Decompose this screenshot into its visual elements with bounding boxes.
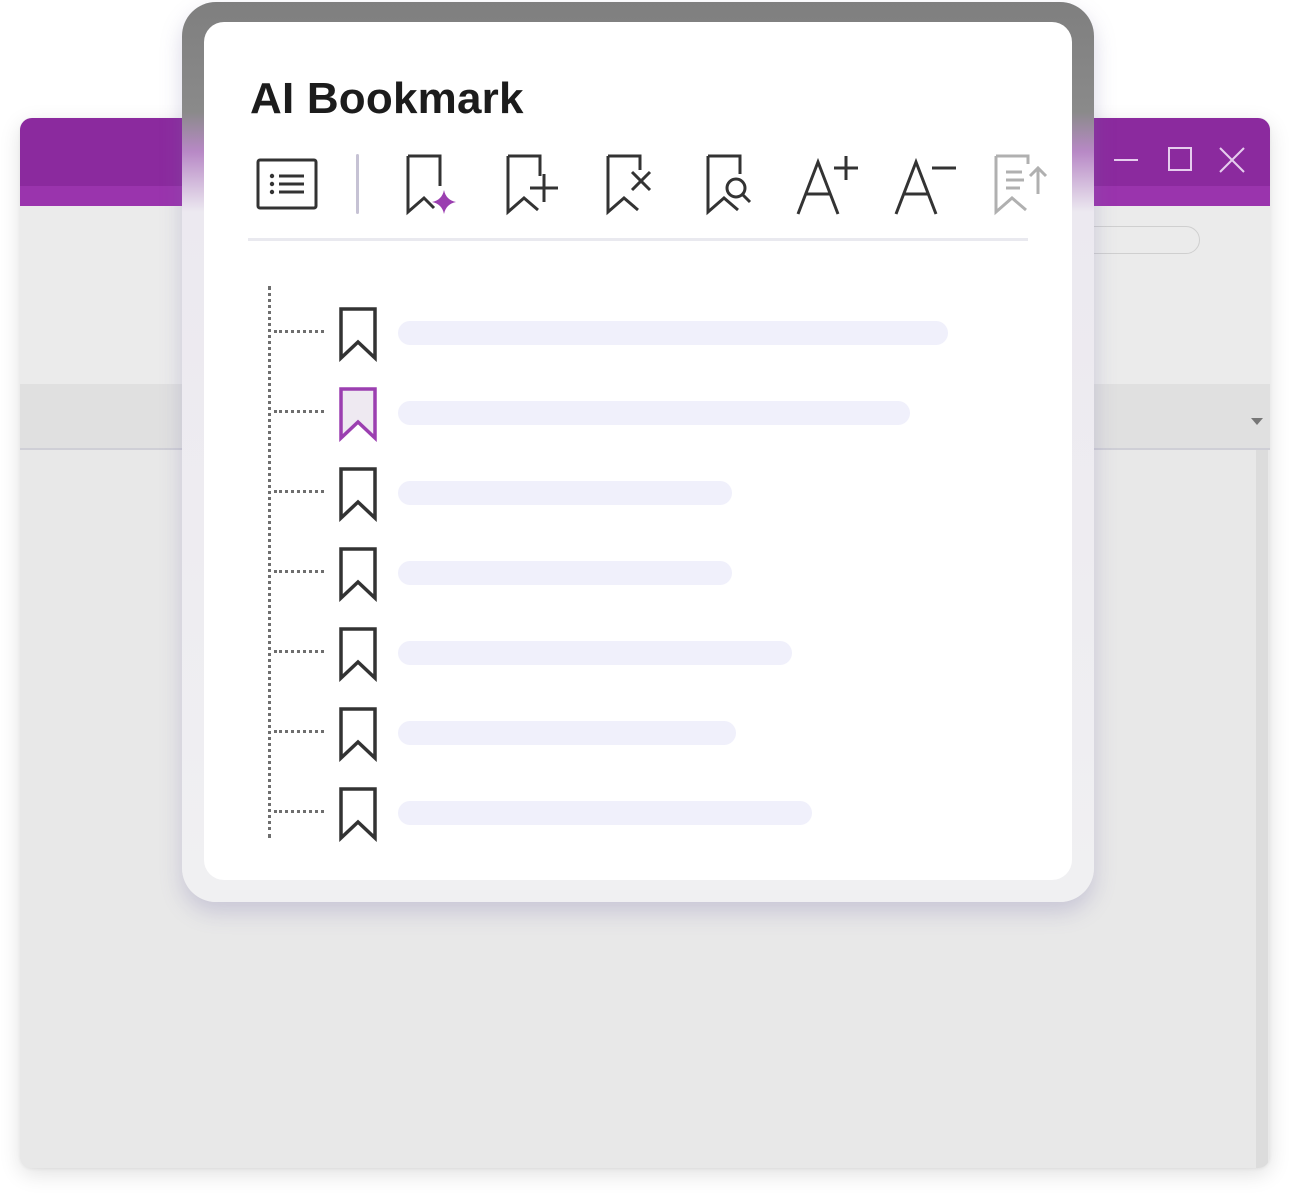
bookmark-label	[398, 641, 792, 665]
tree-connector	[274, 410, 324, 413]
bookmark-list-icon[interactable]	[252, 150, 322, 220]
bookmark-label	[398, 801, 812, 825]
add-bookmark-icon[interactable]	[500, 150, 570, 220]
bookmark-icon	[338, 706, 378, 763]
ai-bookmark-icon[interactable]	[400, 150, 470, 220]
maximize-icon[interactable]	[1164, 144, 1196, 176]
close-icon[interactable]	[1216, 144, 1248, 176]
tree-connector	[274, 650, 324, 653]
bookmark-item[interactable]	[268, 546, 968, 603]
increase-font-icon[interactable]	[794, 150, 864, 220]
bookmark-icon	[338, 546, 378, 603]
bookmark-icon	[338, 786, 378, 843]
bookmark-icon	[338, 386, 378, 443]
vertical-scrollbar[interactable]	[1256, 450, 1268, 1168]
bookmark-label	[398, 721, 736, 745]
bookmark-icon	[338, 626, 378, 683]
bookmark-item[interactable]	[268, 386, 968, 443]
chevron-down-icon[interactable]	[1251, 418, 1263, 425]
bookmark-panel: AI Bookmark	[204, 22, 1072, 880]
bookmark-item[interactable]	[268, 706, 968, 763]
decrease-font-icon[interactable]	[892, 150, 962, 220]
toolbar-divider	[356, 154, 359, 214]
bookmark-icon	[338, 466, 378, 523]
bookmark-item[interactable]	[268, 626, 968, 683]
bookmark-icon	[338, 306, 378, 363]
bookmark-label	[398, 561, 732, 585]
search-box[interactable]	[1080, 226, 1200, 254]
bookmark-item[interactable]	[268, 466, 968, 523]
tree-connector	[274, 490, 324, 493]
toolbar-separator	[248, 238, 1028, 241]
minimize-icon[interactable]	[1110, 144, 1142, 176]
bookmark-label	[398, 481, 732, 505]
bookmark-item[interactable]	[268, 786, 968, 843]
panel-title: AI Bookmark	[250, 74, 524, 123]
tree-connector	[274, 330, 324, 333]
tree-connector	[274, 730, 324, 733]
tree-connector	[274, 570, 324, 573]
bookmark-label	[398, 401, 910, 425]
search-bookmark-icon[interactable]	[700, 150, 770, 220]
sort-bookmarks-icon[interactable]	[992, 150, 1062, 220]
delete-bookmark-icon[interactable]	[600, 150, 670, 220]
tree-connector	[274, 810, 324, 813]
bookmark-label	[398, 321, 948, 345]
bookmark-item[interactable]	[268, 306, 968, 363]
